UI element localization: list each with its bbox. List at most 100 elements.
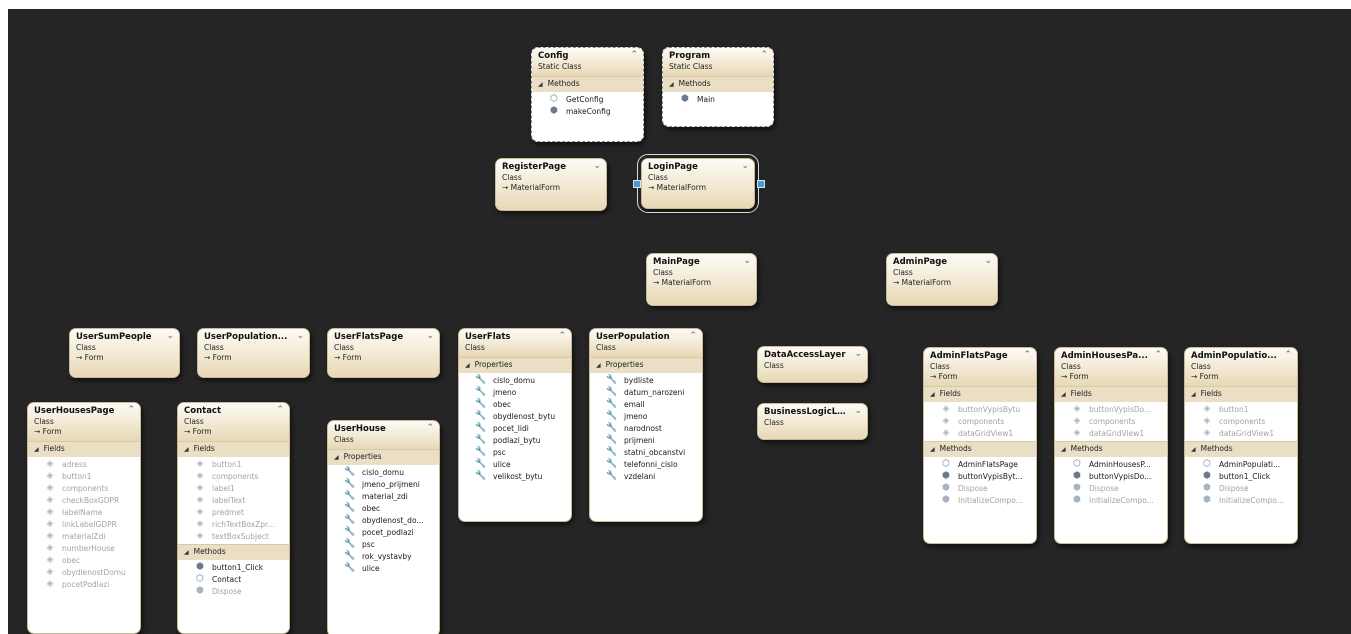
member-item[interactable]: 🔧 vzdelani (590, 470, 702, 482)
class-header[interactable]: AdminHousesPa... Class → Form ⌃ (1055, 348, 1167, 386)
expand-chevron-icon[interactable]: ⌄ (426, 331, 434, 341)
class-header[interactable]: Config Static Class ⌃ (532, 48, 643, 76)
collapse-triangle-icon[interactable]: ◢ (1191, 391, 1196, 398)
member-item[interactable]: 🔧 cislo_domu (328, 466, 439, 478)
member-item[interactable]: ◈ components (28, 482, 140, 494)
member-item[interactable]: ◈ obec (28, 554, 140, 566)
member-item[interactable]: ◈ button1 (28, 470, 140, 482)
member-item[interactable]: ⬢ InitializeCompo... (1185, 494, 1297, 506)
member-item[interactable]: ◈ button1 (1185, 403, 1297, 415)
member-item[interactable]: ⬢ Dispose (1055, 482, 1167, 494)
member-item[interactable]: ◈ components (1055, 415, 1167, 427)
member-item[interactable]: 🔧 jmeno (459, 386, 571, 398)
member-item[interactable]: ⬢ Main (663, 93, 773, 105)
member-item[interactable]: ⬡ Contact (178, 573, 289, 585)
section-header-methods[interactable]: ◢ Methods (663, 76, 773, 92)
collapse-chevron-icon[interactable]: ⌃ (689, 331, 697, 341)
class-shape-dal[interactable]: DataAccessLayer Class ⌄ (757, 346, 868, 383)
class-header[interactable]: AdminPopulatio... Class → Form ⌃ (1185, 348, 1297, 386)
member-item[interactable]: ⬢ Dispose (924, 482, 1036, 494)
class-header[interactable]: AdminFlatsPage Class → Form ⌃ (924, 348, 1036, 386)
member-item[interactable]: ⬢ buttonVypisByt... (924, 470, 1036, 482)
collapse-triangle-icon[interactable]: ◢ (184, 446, 189, 453)
collapse-chevron-icon[interactable]: ⌃ (1284, 350, 1292, 360)
class-header[interactable]: MainPage Class → MaterialForm ⌄ (647, 254, 756, 305)
section-header-properties[interactable]: ◢ Properties (590, 357, 702, 373)
selection-handle-right[interactable] (757, 179, 765, 188)
member-item[interactable]: 🔧 ulice (459, 458, 571, 470)
collapse-triangle-icon[interactable]: ◢ (596, 362, 601, 369)
member-item[interactable]: ⬢ buttonVypisDo... (1055, 470, 1167, 482)
member-item[interactable]: ◈ obydlenostDomu (28, 566, 140, 578)
collapse-chevron-icon[interactable]: ⌃ (1154, 350, 1162, 360)
member-item[interactable]: 🔧 bydliste (590, 374, 702, 386)
class-shape-adminhouses[interactable]: AdminHousesPa... Class → Form ⌃ ◢ Fields ◈ butt… (1054, 347, 1168, 544)
class-shape-program[interactable]: Program Static Class ⌃ ◢ Methods ⬢ Main (662, 47, 774, 127)
member-item[interactable]: 🔧 jmeno (590, 410, 702, 422)
member-item[interactable]: ◈ checkBoxGDPR (28, 494, 140, 506)
member-item[interactable]: 🔧 statni_obcanstvi (590, 446, 702, 458)
section-header-methods[interactable]: ◢ Methods (532, 76, 643, 92)
member-item[interactable]: 🔧 prijmeni (590, 434, 702, 446)
class-shape-adminflats[interactable]: AdminFlatsPage Class → Form ⌃ ◢ Fields ◈ button… (923, 347, 1037, 544)
section-header-fields[interactable]: ◢ Fields (28, 441, 140, 457)
member-item[interactable]: 🔧 pocet_lidi (459, 422, 571, 434)
member-item[interactable]: ◈ components (1185, 415, 1297, 427)
member-item[interactable]: 🔧 material_zdi (328, 490, 439, 502)
member-item[interactable]: 🔧 telefonni_cislo (590, 458, 702, 470)
member-item[interactable]: ◈ dataGridView1 (1185, 427, 1297, 439)
collapse-triangle-icon[interactable]: ◢ (930, 446, 935, 453)
collapse-chevron-icon[interactable]: ⌃ (426, 423, 434, 433)
class-header[interactable]: UserFlats Class ⌃ (459, 329, 571, 357)
class-header[interactable]: UserHouse Class ⌃ (328, 421, 439, 449)
expand-chevron-icon[interactable]: ⌄ (984, 256, 992, 266)
member-item[interactable]: ⬡ AdminPopulati... (1185, 458, 1297, 470)
collapse-triangle-icon[interactable]: ◢ (465, 362, 470, 369)
collapse-triangle-icon[interactable]: ◢ (1061, 391, 1066, 398)
member-item[interactable]: ◈ richTextBoxZpr... (178, 518, 289, 530)
selection-handle-left[interactable] (633, 179, 641, 188)
member-item[interactable]: 🔧 podlazi_bytu (459, 434, 571, 446)
collapse-triangle-icon[interactable]: ◢ (1191, 446, 1196, 453)
section-header-fields[interactable]: ◢ Fields (924, 386, 1036, 402)
member-item[interactable]: ⬡ AdminHousesP... (1055, 458, 1167, 470)
class-shape-main[interactable]: MainPage Class → MaterialForm ⌄ (646, 253, 757, 306)
member-item[interactable]: ⬢ Dispose (178, 585, 289, 597)
member-item[interactable]: 🔧 obydlenost_do... (328, 514, 439, 526)
class-header[interactable]: AdminPage Class → MaterialForm ⌄ (887, 254, 997, 305)
section-header-fields[interactable]: ◢ Fields (1055, 386, 1167, 402)
expand-chevron-icon[interactable]: ⌄ (854, 406, 862, 416)
expand-chevron-icon[interactable]: ⌄ (593, 161, 601, 171)
class-diagram-canvas[interactable]: Config Static Class ⌃ ◢ Methods ⬡ GetConfig ⬢ ma… (8, 9, 1351, 634)
section-header-properties[interactable]: ◢ Properties (328, 449, 439, 465)
class-header[interactable]: RegisterPage Class → MaterialForm ⌄ (496, 159, 606, 210)
class-shape-adminpop[interactable]: AdminPopulatio... Class → Form ⌃ ◢ Fields ◈ but… (1184, 347, 1298, 544)
member-item[interactable]: ⬢ button1_Click (178, 561, 289, 573)
section-header-methods[interactable]: ◢ Methods (178, 544, 289, 560)
member-item[interactable]: 🔧 narodnost (590, 422, 702, 434)
member-item[interactable]: ◈ numberHouse (28, 542, 140, 554)
class-shape-userhouse[interactable]: UserHouse Class ⌃ ◢ Properties 🔧 cislo_domu 🔧 jm… (327, 420, 440, 634)
member-item[interactable]: ◈ labelText (178, 494, 289, 506)
member-item[interactable]: 🔧 datum_narozeni (590, 386, 702, 398)
member-item[interactable]: ◈ labelName (28, 506, 140, 518)
member-item[interactable]: ◈ buttonVypisBytu (924, 403, 1036, 415)
class-shape-login[interactable]: LoginPage Class → MaterialForm ⌄ (637, 154, 759, 213)
class-header[interactable]: DataAccessLayer Class ⌄ (758, 347, 867, 382)
expand-chevron-icon[interactable]: ⌄ (296, 331, 304, 341)
member-item[interactable]: ◈ linkLabelGDPR (28, 518, 140, 530)
member-item[interactable]: 🔧 cislo_domu (459, 374, 571, 386)
member-item[interactable]: 🔧 obec (328, 502, 439, 514)
class-shape-admin[interactable]: AdminPage Class → MaterialForm ⌄ (886, 253, 998, 306)
expand-chevron-icon[interactable]: ⌄ (854, 349, 862, 359)
member-item[interactable]: 🔧 email (590, 398, 702, 410)
member-item[interactable]: 🔧 velikost_bytu (459, 470, 571, 482)
member-item[interactable]: ⬢ Dispose (1185, 482, 1297, 494)
class-shape-config[interactable]: Config Static Class ⌃ ◢ Methods ⬡ GetConfig ⬢ ma… (531, 47, 644, 142)
member-item[interactable]: 🔧 obec (459, 398, 571, 410)
member-item[interactable]: 🔧 pocet_podlazi (328, 526, 439, 538)
class-shape-usersum[interactable]: UserSumPeople Class → Form ⌄ (69, 328, 180, 378)
member-item[interactable]: ⬢ makeConfig (532, 105, 643, 117)
class-header[interactable]: UserPopulation Class ⌃ (590, 329, 702, 357)
member-item[interactable]: ⬡ AdminFlatsPage (924, 458, 1036, 470)
